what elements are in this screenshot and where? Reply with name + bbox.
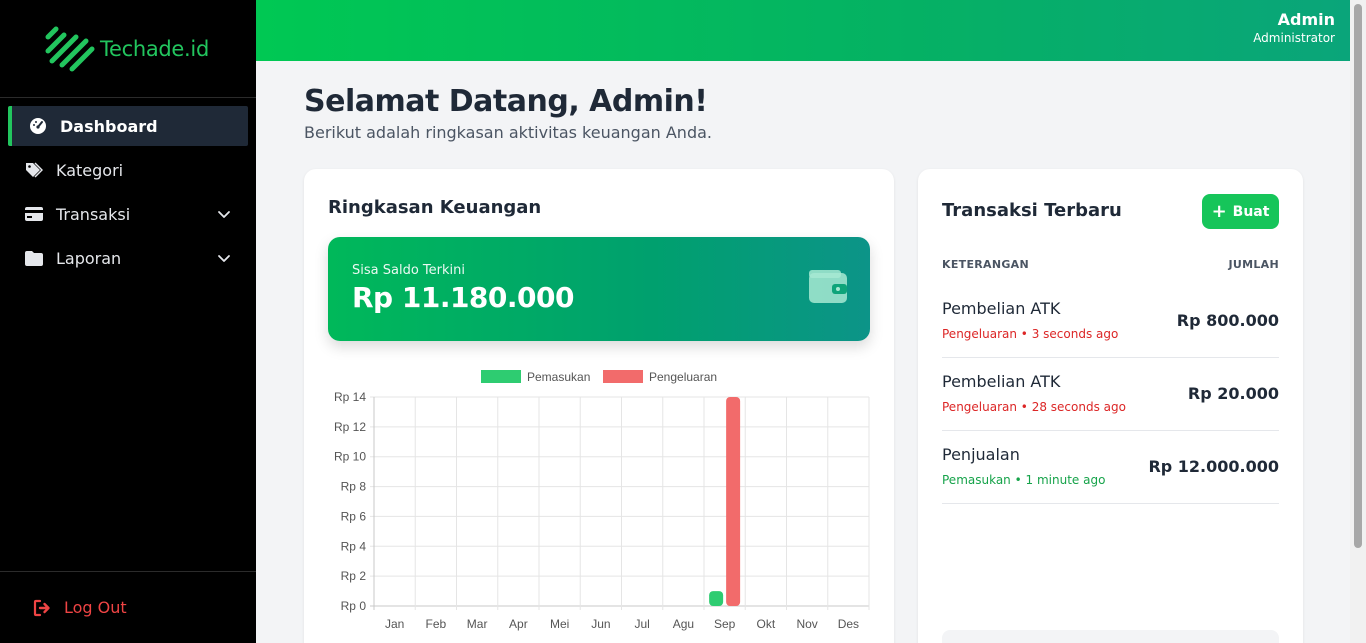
column-header-description: KETERANGAN	[942, 258, 1029, 271]
page-title: Selamat Datang, Admin!	[304, 84, 708, 119]
transaction-meta: Pengeluaran • 3 seconds ago	[942, 327, 1119, 341]
legend-swatch	[481, 370, 521, 383]
page-scrollbar[interactable]	[1350, 0, 1366, 643]
legend-label: Pengeluaran	[649, 370, 717, 384]
sidebar-item-dashboard[interactable]: Dashboard	[8, 106, 248, 146]
y-tick-label: Rp 12	[334, 420, 366, 434]
logout-button[interactable]: Log Out	[0, 571, 256, 643]
x-tick-label: Jun	[591, 617, 610, 631]
transaction-type: Pemasukan	[942, 473, 1011, 487]
sidebar-item-label: Transaksi	[56, 204, 131, 224]
bar-pemasukan-sep	[709, 591, 724, 606]
balance-label: Sisa Saldo Terkini	[352, 263, 465, 278]
recent-title: Transaksi Terbaru	[942, 200, 1122, 221]
transaction-list: Pembelian ATK Pengeluaran • 3 seconds ag…	[942, 285, 1279, 504]
transaction-time: 1 minute ago	[1025, 473, 1106, 487]
summary-title: Ringkasan Keuangan	[328, 197, 542, 218]
create-transaction-button[interactable]: + Buat	[1202, 194, 1279, 229]
transaction-type: Pengeluaran	[942, 400, 1017, 414]
legend-swatch	[603, 370, 643, 383]
sidebar-item-kategori[interactable]: Kategori	[8, 150, 248, 190]
folder-icon	[24, 248, 44, 268]
sidebar-item-laporan[interactable]: Laporan	[8, 238, 248, 278]
y-tick-label: Rp 4	[341, 539, 367, 553]
sidebar: Techade.id Dashboard Kategori Transaksi	[0, 0, 256, 643]
sidebar-nav: Dashboard Kategori Transaksi Laporan	[0, 106, 256, 278]
x-tick-label: Mei	[550, 617, 569, 631]
transaction-type: Pengeluaran	[942, 327, 1017, 341]
page-subtitle: Berikut adalah ringkasan aktivitas keuan…	[304, 123, 712, 142]
transaction-row[interactable]: Pembelian ATK Pengeluaran • 3 seconds ag…	[942, 285, 1279, 358]
legend-label: Pemasukan	[527, 370, 590, 384]
transaction-row[interactable]: Pembelian ATK Pengeluaran • 28 seconds a…	[942, 358, 1279, 431]
wallet-icon	[809, 270, 847, 303]
transaction-name: Pembelian ATK	[942, 299, 1061, 318]
y-tick-label: Rp 0	[341, 599, 367, 613]
x-tick-label: Nov	[796, 617, 817, 631]
x-tick-label: Feb	[426, 617, 447, 631]
x-tick-label: Jan	[385, 617, 404, 631]
sidebar-item-label: Laporan	[56, 248, 122, 268]
recent-footer	[942, 630, 1279, 643]
brand-name: Techade.id	[100, 36, 209, 61]
sidebar-item-transaksi[interactable]: Transaksi	[8, 194, 248, 234]
credit-card-icon	[24, 204, 44, 224]
balance-value: Rp 11.180.000	[352, 281, 574, 314]
tag-icon	[24, 160, 44, 180]
scrollbar-thumb[interactable]	[1354, 4, 1362, 548]
user-role: Administrator	[1253, 31, 1335, 45]
y-tick-label: Rp 10	[334, 450, 366, 464]
brand-logo-icon	[45, 26, 95, 71]
transaction-name: Penjualan	[942, 445, 1020, 464]
x-tick-label: Agu	[673, 617, 694, 631]
y-tick-label: Rp 14	[334, 390, 366, 404]
y-tick-label: Rp 2	[341, 569, 367, 583]
transaction-row[interactable]: Penjualan Pemasukan • 1 minute ago Rp 12…	[942, 431, 1279, 504]
transaction-amount: Rp 20.000	[1187, 384, 1279, 403]
chevron-down-icon[interactable]	[216, 250, 232, 266]
monthly-bar-chart: Pemasukan Pengeluaran Rp 0 Rp 2 Rp 4 Rp 6 Rp 8…	[334, 370, 870, 631]
column-header-amount: JUMLAH	[1228, 258, 1279, 271]
x-tick-label: Apr	[509, 617, 528, 631]
financial-summary-card: Ringkasan Keuangan Sisa Saldo Terkini Rp…	[304, 169, 894, 643]
transaction-amount: Rp 12.000.000	[1148, 457, 1279, 476]
x-tick-label: Jul	[634, 617, 649, 631]
create-button-label: Buat	[1232, 203, 1270, 220]
x-tick-label: Des	[838, 617, 859, 631]
gauge-icon	[28, 116, 48, 136]
transaction-time: 28 seconds ago	[1031, 400, 1126, 414]
transaction-name: Pembelian ATK	[942, 372, 1061, 391]
transaction-amount: Rp 800.000	[1176, 311, 1279, 330]
y-tick-label: Rp 6	[341, 509, 367, 523]
welcome-section: Selamat Datang, Admin! Berikut adalah ri…	[304, 84, 712, 142]
user-name: Admin	[1277, 10, 1335, 29]
y-tick-label: Rp 8	[341, 480, 367, 494]
transaction-meta: Pemasukan • 1 minute ago	[942, 473, 1106, 487]
sidebar-item-label: Kategori	[56, 160, 124, 180]
plus-icon: +	[1211, 201, 1227, 222]
top-bar: Admin Administrator	[256, 0, 1350, 61]
x-tick-label: Mar	[467, 617, 488, 631]
logout-label: Log Out	[64, 598, 127, 617]
sidebar-item-label: Dashboard	[60, 116, 158, 136]
logout-icon	[33, 599, 50, 616]
x-tick-label: Sep	[714, 617, 736, 631]
recent-transactions-card: Transaksi Terbaru + Buat KETERANGAN JUML…	[918, 169, 1303, 643]
transaction-time: 3 seconds ago	[1031, 327, 1119, 341]
brand[interactable]: Techade.id	[0, 0, 256, 98]
user-menu[interactable]: Admin Administrator	[1253, 10, 1335, 45]
balance-card: Sisa Saldo Terkini Rp 11.180.000	[328, 237, 870, 341]
x-tick-label: Okt	[757, 617, 776, 631]
chevron-down-icon[interactable]	[216, 206, 232, 222]
transaction-meta: Pengeluaran • 28 seconds ago	[942, 400, 1126, 414]
bar-pengeluaran-sep	[726, 397, 741, 606]
